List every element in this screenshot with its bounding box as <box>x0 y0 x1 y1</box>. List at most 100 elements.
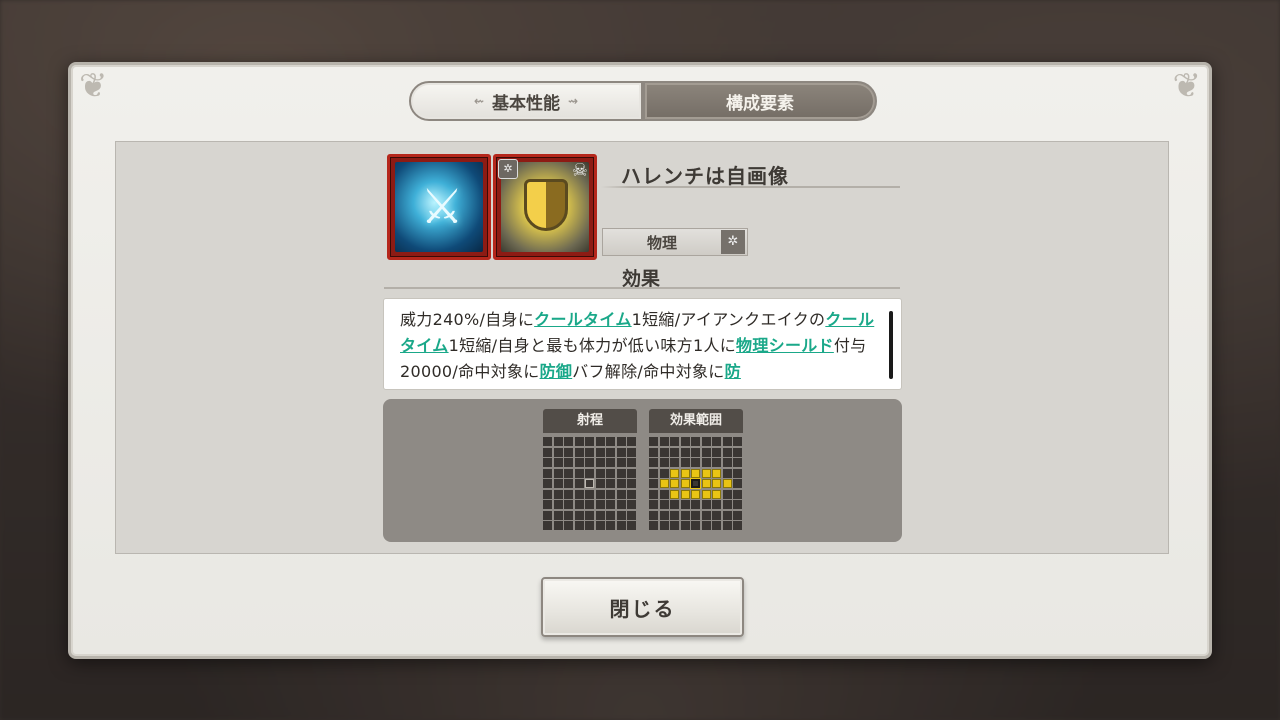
grid-cell <box>606 521 615 530</box>
grid-cell <box>606 458 615 467</box>
grid-cell <box>659 458 669 467</box>
grid-cell-hit <box>670 479 679 488</box>
arrow-left-icon: ⇜ <box>473 94 484 108</box>
grid-cell <box>659 489 669 499</box>
tab-label: 構成要素 <box>726 93 794 114</box>
grid-cell <box>595 468 605 478</box>
grid-cell <box>543 489 552 499</box>
grid-cell <box>659 447 669 457</box>
grid-cell <box>585 458 594 467</box>
grid-cell <box>733 500 742 509</box>
grid-cell <box>553 479 563 488</box>
grid-cell <box>543 521 552 530</box>
grid-cell <box>616 447 626 457</box>
grid-cell <box>627 521 636 530</box>
grid-cell <box>649 510 658 520</box>
grid-cell <box>595 521 605 530</box>
grid-cell <box>627 479 636 488</box>
grid-cell <box>574 510 584 520</box>
keyword-link[interactable]: クールタイム <box>534 310 631 329</box>
grid-cell <box>627 500 636 509</box>
grid-cell <box>649 468 658 478</box>
grid-cell <box>606 489 615 499</box>
grid-cell <box>670 510 679 520</box>
grid-cell <box>595 500 605 509</box>
grid-cell <box>722 489 732 499</box>
grid-cell <box>595 489 605 499</box>
grid-cell <box>712 500 721 509</box>
grid-cell <box>659 437 669 446</box>
ornament-corner-icon: ❦ <box>1172 66 1202 106</box>
grid-cell <box>585 447 594 457</box>
grid-cell <box>701 510 711 520</box>
keyword-link[interactable]: 防 <box>725 362 741 381</box>
grid-cell <box>564 510 573 520</box>
grid-cell <box>670 458 679 467</box>
grid-cell <box>722 521 732 530</box>
grid-cell <box>733 489 742 499</box>
grid-cell <box>649 447 658 457</box>
grid-cell <box>627 489 636 499</box>
grid-cell <box>574 458 584 467</box>
sword-skill-icon: ⚔ <box>387 154 491 260</box>
grid-cell <box>616 521 626 530</box>
scrollbar[interactable] <box>889 311 893 379</box>
grid-cell-hit <box>701 479 711 488</box>
grid-cell <box>574 500 584 509</box>
range-grid <box>543 437 637 530</box>
grid-cell <box>670 500 679 509</box>
grid-cell <box>564 468 573 478</box>
grid-cell <box>649 479 658 488</box>
grid-cell <box>659 500 669 509</box>
grid-cell <box>733 479 742 488</box>
damage-type-badge: 物理 ✲ <box>602 228 748 256</box>
tab-bar: ⇜ 基本性能 ⇝ 構成要素 <box>409 81 877 123</box>
grid-cell <box>606 510 615 520</box>
grid-cell <box>574 479 584 488</box>
grid-cell <box>670 437 679 446</box>
grid-cell <box>670 447 679 457</box>
grid-cell <box>616 479 626 488</box>
grid-cell <box>543 479 552 488</box>
divider <box>384 287 900 289</box>
skill-detail-dialog: ❦ ❦ ⇜ 基本性能 ⇝ 構成要素 ⚔ ✲ ☠ ハレンチは自画像 物理 ✲ 効果… <box>68 62 1212 659</box>
grid-cell <box>553 521 563 530</box>
grid-cell <box>691 521 700 530</box>
grid-cell <box>595 458 605 467</box>
grid-cell <box>627 458 636 467</box>
effect-description: 威力240%/自身にクールタイム1短縮/アイアンクエイクのクールタイム1短縮/自… <box>400 307 882 385</box>
grid-cell-hit <box>712 479 721 488</box>
grid-cell <box>701 447 711 457</box>
grid-cell <box>701 458 711 467</box>
grid-cell-hit <box>680 479 690 488</box>
grid-cell <box>543 500 552 509</box>
close-button[interactable]: 閉じる <box>541 577 744 637</box>
effect-description-box[interactable]: 威力240%/自身にクールタイム1短縮/アイアンクエイクのクールタイム1短縮/自… <box>383 298 902 390</box>
grid-cell <box>722 468 732 478</box>
keyword-link[interactable]: 物理シールド <box>736 336 834 355</box>
grid-cell <box>606 500 615 509</box>
grid-cell <box>606 447 615 457</box>
grid-cell-center <box>690 478 701 489</box>
grid-cell <box>649 521 658 530</box>
grid-cell <box>691 500 700 509</box>
grid-cell <box>616 489 626 499</box>
effect-text-segment: 1短縮/アイアンクエイクの <box>631 310 826 329</box>
arrow-right-icon: ⇝ <box>568 94 579 108</box>
grid-cell <box>722 500 732 509</box>
grid-cell-hit <box>722 479 732 488</box>
physical-type-icon: ✲ <box>721 230 745 254</box>
tab-basic-performance[interactable]: ⇜ 基本性能 ⇝ <box>409 81 643 121</box>
keyword-link[interactable]: 防御 <box>540 362 573 381</box>
tab-components[interactable]: 構成要素 <box>643 81 877 121</box>
grid-cell <box>585 489 594 499</box>
grid-cell <box>649 458 658 467</box>
grid-cell <box>553 437 563 446</box>
grid-cell <box>574 437 584 446</box>
grid-cell <box>627 437 636 446</box>
area-title: 効果範囲 <box>649 409 743 433</box>
range-block: 射程 <box>543 409 637 530</box>
grid-cell <box>680 437 690 446</box>
damage-type-label: 物理 <box>646 233 677 252</box>
grid-cell <box>553 500 563 509</box>
